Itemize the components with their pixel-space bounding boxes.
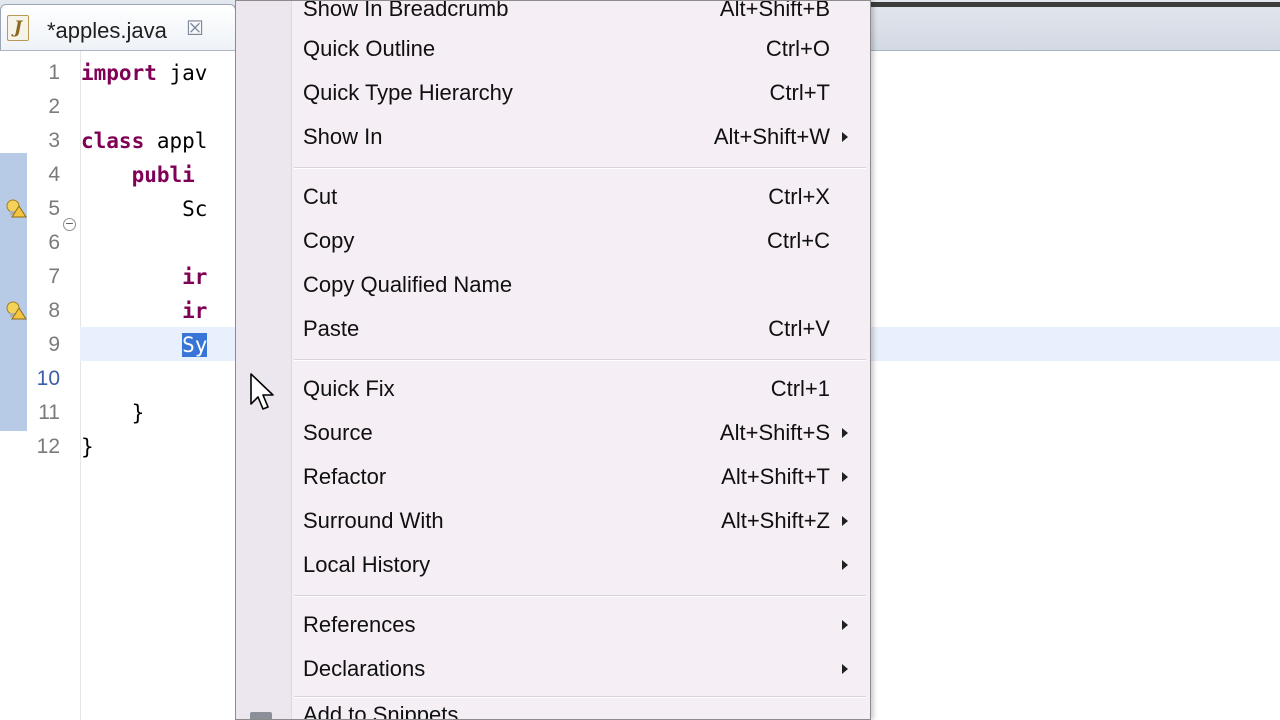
menu-item-label: Cut (303, 184, 338, 209)
menu-icon-column (236, 1, 292, 719)
menu-item-show-in[interactable]: Show In Alt+Shift+W (291, 115, 870, 159)
submenu-arrow-icon (842, 664, 848, 674)
keyword-token: import (81, 61, 157, 85)
warning-lightbulb-icon[interactable] (5, 300, 27, 320)
line-number: 4 (48, 163, 60, 186)
submenu-arrow-icon (842, 516, 848, 526)
menu-item-quick-outline[interactable]: Quick Outline Ctrl+O (291, 27, 870, 71)
code-token: Sc (81, 197, 208, 221)
line-number: 6 (48, 231, 60, 254)
code-line[interactable]: } (81, 396, 145, 430)
menu-item-shortcut: Ctrl+V (768, 316, 830, 341)
menu-separator (294, 595, 866, 597)
code-line[interactable]: Sy (81, 328, 208, 362)
menu-item-label: Quick Type Hierarchy (303, 80, 513, 105)
menu-item-quick-fix[interactable]: Quick Fix Ctrl+1 (291, 367, 870, 411)
code-line[interactable]: import jav (81, 56, 207, 90)
toolbar-edge (868, 2, 1280, 7)
snippets-icon (250, 712, 272, 719)
menu-item-shortcut: Alt+Shift+Z (721, 508, 830, 533)
code-line[interactable]: publi (81, 158, 195, 192)
keyword-token: ir (182, 265, 208, 289)
menu-item-label: Surround With (303, 508, 444, 533)
line-number: 1 (48, 61, 60, 84)
mouse-pointer-icon (250, 373, 274, 410)
line-number: 2 (48, 95, 60, 118)
menu-item-label: Copy (303, 228, 355, 253)
line-number: 10 (36, 367, 60, 390)
menu-item-label: Quick Fix (303, 376, 395, 401)
menu-item-label: Show In (303, 124, 383, 149)
code-line[interactable]: } (81, 430, 94, 464)
collapse-icon[interactable]: − (63, 218, 76, 231)
submenu-arrow-icon (842, 560, 848, 570)
keyword-token: publi (131, 163, 195, 187)
menu-item-surround-with[interactable]: Surround With Alt+Shift+Z (291, 499, 870, 543)
menu-item-source[interactable]: Source Alt+Shift+S (291, 411, 870, 455)
line-number: 8 (48, 299, 60, 322)
menu-item-paste[interactable]: Paste Ctrl+V (291, 307, 870, 351)
menu-item-label: Refactor (303, 464, 387, 489)
menu-item-shortcut: Ctrl+1 (770, 376, 830, 401)
code-line[interactable]: ir (81, 260, 207, 294)
menu-item-label: Quick Outline (303, 36, 436, 61)
submenu-arrow-icon (842, 472, 848, 482)
menu-item-label: Local History (303, 552, 431, 577)
code-line[interactable]: class appl (81, 124, 207, 158)
code-token: appl (144, 129, 208, 153)
code-token: jav (156, 61, 208, 85)
menu-item-references[interactable]: References (291, 603, 870, 647)
menu-item-copy-qualified-name[interactable]: Copy Qualified Name (291, 263, 870, 307)
line-number: 9 (48, 333, 60, 356)
selected-text: Sy (182, 333, 208, 357)
menu-item-copy[interactable]: Copy Ctrl+C (291, 219, 870, 263)
keyword-token: class (81, 129, 145, 153)
editor-context-menu: Show In Breadcrumb Alt+Shift+B Quick Outli… (235, 0, 871, 720)
line-number: 3 (48, 129, 60, 152)
overview-ruler (0, 153, 27, 431)
line-number: 12 (36, 435, 60, 458)
menu-item-shortcut: Ctrl+O (765, 36, 830, 61)
submenu-arrow-icon (842, 620, 848, 630)
menu-item-cut[interactable]: Cut Ctrl+X (291, 175, 870, 219)
java-file-icon: J (7, 15, 29, 41)
menu-item-shortcut: Alt+Shift+S (719, 420, 830, 445)
line-number: 5 (48, 197, 60, 220)
line-number: 11 (38, 401, 60, 424)
menu-item-label: Copy Qualified Name (303, 272, 513, 297)
submenu-arrow-icon (842, 428, 848, 438)
menu-item-declarations[interactable]: Declarations (291, 647, 870, 691)
menu-item-shortcut: Alt+Shift+T (721, 464, 830, 489)
menu-item-shortcut: Ctrl+X (768, 184, 830, 209)
submenu-arrow-icon (842, 132, 848, 142)
code-line[interactable]: ir (81, 294, 207, 328)
keyword-token: ir (182, 299, 208, 323)
menu-item-label: Paste (303, 316, 360, 341)
menu-item-refactor[interactable]: Refactor Alt+Shift+T (291, 455, 870, 499)
editor-tab-apples-java[interactable]: J *apples.java ☒ (0, 4, 236, 50)
code-line[interactable]: Sc (81, 192, 207, 226)
menu-item-label: Source (303, 420, 373, 445)
menu-separator (294, 696, 866, 698)
menu-item-label: References (303, 612, 416, 637)
code-token: } (81, 401, 145, 425)
menu-item-local-history[interactable]: Local History (291, 543, 870, 587)
code-token: } (81, 435, 94, 459)
line-number: 7 (48, 265, 60, 288)
close-tab-icon[interactable]: ☒ (186, 17, 204, 39)
menu-item-quick-type-hierarchy[interactable]: Quick Type Hierarchy Ctrl+T (291, 71, 870, 115)
menu-separator (294, 359, 866, 361)
menu-item-shortcut: Ctrl+T (769, 80, 831, 105)
menu-item-shortcut: Ctrl+C (767, 228, 830, 253)
menu-item-shortcut: Alt+Shift+W (713, 124, 830, 149)
editor-tab-title: *apples.java (47, 18, 167, 43)
menu-item-label: Declarations (303, 656, 426, 681)
menu-separator (294, 167, 866, 169)
warning-lightbulb-icon[interactable] (5, 198, 27, 218)
